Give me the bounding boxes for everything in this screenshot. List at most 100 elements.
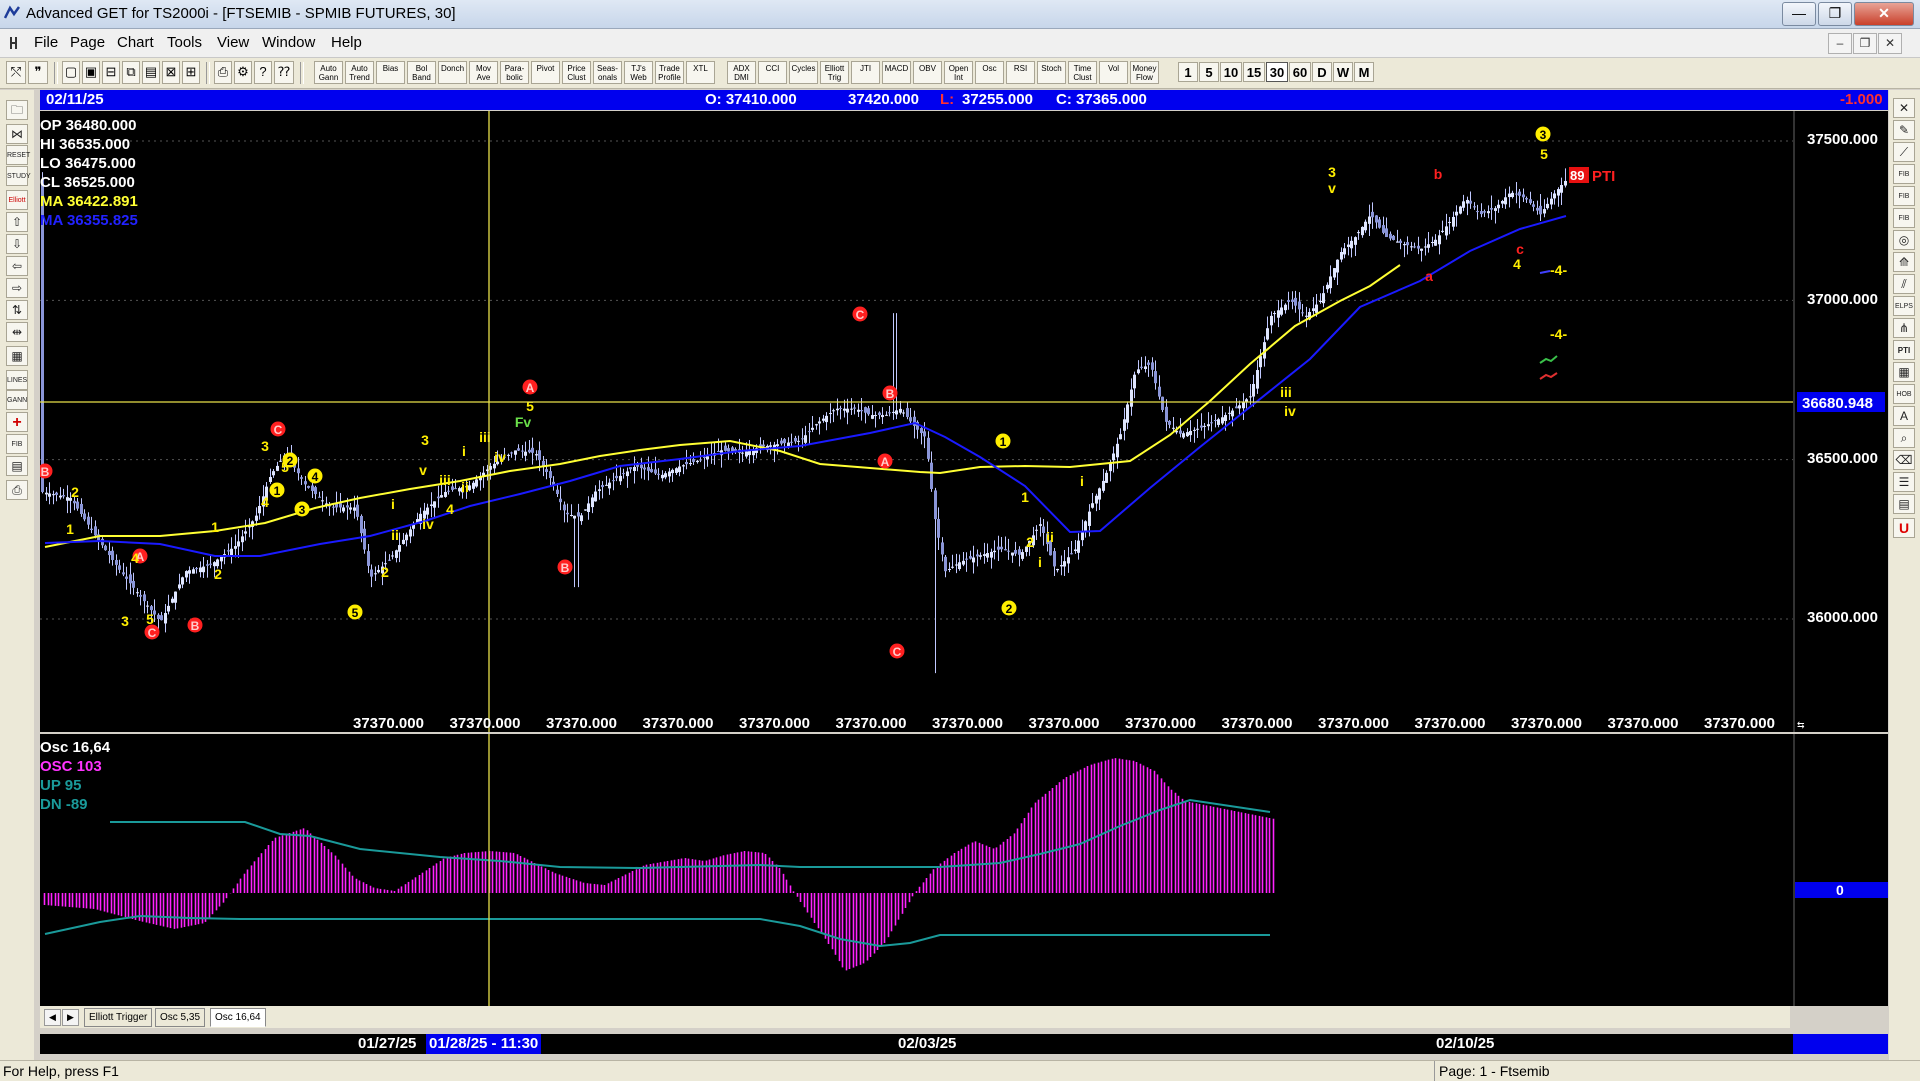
zoom-window-icon[interactable]: ⊞ xyxy=(182,61,200,84)
maximize-button[interactable]: ❐ xyxy=(1818,2,1852,26)
fib-time-button[interactable]: FIB TIME xyxy=(1893,208,1915,241)
menu-page[interactable]: Page xyxy=(70,34,105,51)
study-button[interactable]: Para-bolic xyxy=(500,61,529,84)
new-page-icon[interactable]: ▢ xyxy=(62,61,80,84)
menu-file[interactable]: File xyxy=(34,34,58,51)
crosshair-icon[interactable]: + xyxy=(6,412,28,432)
interval-button[interactable]: 30 xyxy=(1266,62,1288,82)
close-button[interactable]: ✕ xyxy=(1854,2,1914,26)
cascade-icon[interactable]: ⧉ xyxy=(122,61,140,84)
study-button[interactable]: Auto Trend xyxy=(345,61,374,84)
study-button[interactable]: STUDY xyxy=(6,166,31,186)
title-bar[interactable]: Advanced GET for TS2000i - [FTSEMIB - SP… xyxy=(0,0,1920,29)
help-icon[interactable]: ? xyxy=(254,61,272,84)
study-button[interactable]: Cycles xyxy=(789,61,818,84)
mdi-close-button[interactable]: ✕ xyxy=(1878,33,1902,54)
levels-icon[interactable]: ☰ xyxy=(1893,472,1915,492)
settings-icon[interactable]: ⚙ xyxy=(234,61,252,84)
interval-button[interactable]: 15 xyxy=(1243,62,1265,82)
mdi-minimize-button[interactable]: – xyxy=(1828,33,1852,54)
tab-elliott-trigger[interactable]: Elliott Trigger xyxy=(84,1008,153,1027)
study-button[interactable]: Price Clust xyxy=(562,61,591,84)
interval-button[interactable]: W xyxy=(1333,62,1353,82)
oscillator-canvas[interactable]: 0 Osc 16,64 OSC 103 UP 95 DN -89 xyxy=(40,734,1888,1006)
study-button[interactable]: Bol Band xyxy=(407,61,436,84)
study-button[interactable]: Money Flow xyxy=(1130,61,1159,84)
price-chart[interactable]: B 2 1 A 4 3 5 C B 1 2 4 5 3 C 2 1 4 3 5 2 i ii v iii 3 iv 4 i ii iii iv… xyxy=(37,111,1888,732)
pitchfork-icon[interactable]: ⋔ xyxy=(1893,318,1915,338)
gann-tool-icon[interactable]: ⋈ xyxy=(6,124,28,144)
menu-help[interactable]: Help xyxy=(331,34,362,51)
undo-icon[interactable]: U xyxy=(1893,518,1915,538)
arrow-up-icon[interactable]: ⇧ xyxy=(6,212,28,232)
interval-button[interactable]: M xyxy=(1354,62,1374,82)
pencil-icon[interactable]: ✎ xyxy=(1893,120,1915,140)
hob-button[interactable]: HOB xyxy=(1893,384,1915,404)
interval-button[interactable]: 5 xyxy=(1199,62,1219,82)
eraser-icon[interactable]: ⌫ xyxy=(1893,450,1915,470)
menu-window[interactable]: Window xyxy=(262,34,315,51)
print-icon[interactable]: ⎙ xyxy=(214,61,232,84)
study-button[interactable]: Vol xyxy=(1099,61,1128,84)
grid-tool-icon[interactable]: ▦ xyxy=(1893,362,1915,382)
study-button[interactable]: Mov Ave xyxy=(469,61,498,84)
study-button[interactable]: XTL xyxy=(686,61,715,84)
study-button[interactable]: Auto Gann xyxy=(314,61,343,84)
reset-button[interactable]: RESET xyxy=(6,145,30,165)
interval-button[interactable]: 60 xyxy=(1289,62,1311,82)
study-button[interactable]: Trade Profile xyxy=(655,61,684,84)
study-button[interactable]: Seas-onals xyxy=(593,61,622,84)
study-button[interactable]: JTI xyxy=(851,61,880,84)
study-button[interactable]: Stoch xyxy=(1037,61,1066,84)
menu-chart[interactable]: Chart xyxy=(117,34,154,51)
context-help-icon[interactable]: ⁇ xyxy=(274,61,294,84)
fib-button[interactable]: FIB xyxy=(6,434,28,454)
quote-tool-icon[interactable]: ❞ xyxy=(28,61,48,84)
scroll-icon[interactable]: ⇆ xyxy=(1797,720,1805,730)
fib-ret-button[interactable]: FIB RET xyxy=(1893,164,1915,197)
tile-icon[interactable]: ▤ xyxy=(142,61,160,84)
mdi-restore-button[interactable]: ❐ xyxy=(1853,33,1877,54)
study-button[interactable]: OBV xyxy=(913,61,942,84)
fan-icon[interactable]: ⟰ xyxy=(1893,252,1915,272)
study-button[interactable]: Osc xyxy=(975,61,1004,84)
channel-icon[interactable]: ⫽ xyxy=(1893,274,1915,294)
spiral-icon[interactable]: ◎ xyxy=(1893,230,1915,250)
lines-button[interactable]: LINES xyxy=(6,370,28,390)
study-button[interactable]: Time Clust xyxy=(1068,61,1097,84)
minimize-button[interactable]: — xyxy=(1782,2,1816,26)
cursor-tool-icon[interactable]: ⤲ xyxy=(6,61,26,84)
study-button[interactable]: Bias xyxy=(376,61,405,84)
study-button[interactable]: ADX DMI xyxy=(727,61,756,84)
interval-button[interactable]: 10 xyxy=(1220,62,1242,82)
study-button[interactable]: TJ's Web xyxy=(624,61,653,84)
study-button[interactable]: Open Int xyxy=(944,61,973,84)
open-page-icon[interactable]: ▣ xyxy=(82,61,100,84)
price-chart-canvas[interactable]: B21A43 5C B12453C214352iiiviii3iv4iiiiiiiv… xyxy=(37,111,1888,732)
study-button[interactable]: Pivot xyxy=(531,61,560,84)
pti-button[interactable]: PTI xyxy=(1893,340,1915,360)
oscillator-panel[interactable]: 0 Osc 16,64 OSC 103 UP 95 DN -89 xyxy=(40,734,1888,1006)
text-tool-icon[interactable]: A xyxy=(1893,406,1915,426)
delete-icon[interactable]: ⊠ xyxy=(162,61,180,84)
trendline-icon[interactable]: ⟋ xyxy=(1893,142,1915,162)
interval-button[interactable]: D xyxy=(1312,62,1332,82)
interval-button[interactable]: 1 xyxy=(1178,62,1198,82)
study-button[interactable]: Donch xyxy=(438,61,467,84)
tab-osc-5-35[interactable]: Osc 5,35 xyxy=(155,1008,206,1027)
arrow-left-icon[interactable]: ⇦ xyxy=(6,256,28,276)
fib-ext-button[interactable]: FIB EXT xyxy=(1893,186,1915,219)
arrow-down-icon[interactable]: ⇩ xyxy=(6,234,28,254)
ellipse-button[interactable]: ELPS xyxy=(1893,296,1915,316)
zoom-width-icon[interactable]: ⇹ xyxy=(6,322,28,342)
open-chart-icon[interactable]: 🗀 xyxy=(6,100,28,120)
print-page-icon[interactable]: ⎙ xyxy=(6,480,28,500)
menu-tools[interactable]: Tools xyxy=(167,34,202,51)
arrow-right-icon[interactable]: ⇨ xyxy=(6,278,28,298)
calendar-icon[interactable]: ▤ xyxy=(6,456,28,476)
menu-view[interactable]: View xyxy=(217,34,249,51)
study-button[interactable]: RSI xyxy=(1006,61,1035,84)
study-button[interactable]: Elliott Trig xyxy=(820,61,849,84)
window-icon[interactable]: ⊟ xyxy=(102,61,120,84)
study-button[interactable]: MACD xyxy=(882,61,911,84)
